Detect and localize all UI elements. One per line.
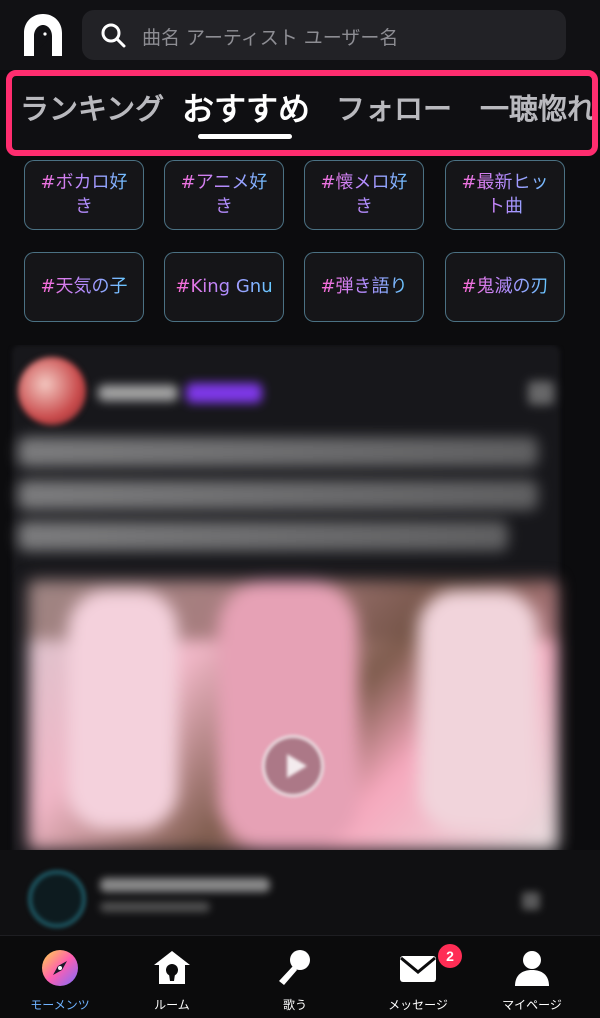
hashtag-chip[interactable]: #King Gnu [164,252,284,322]
hashtag-chip[interactable]: #鬼滅の刃 [445,252,565,322]
hashtag-chip[interactable]: #アニメ好き [164,160,284,230]
feed-post[interactable] [0,345,600,935]
hashtag-label: #弾き語り [320,276,408,297]
nav-label-mypage: マイページ [502,998,562,1012]
moments-compass-icon [42,950,78,986]
mail-icon [400,956,436,982]
app-logo-icon[interactable] [22,12,64,58]
bottom-navigation: モーメンツ ルーム 歌う 2 メッセージ マイページ [0,935,600,1018]
user-badge-blurred [186,383,262,403]
search-icon [101,23,126,48]
hashtag-label: #天気の子 [40,276,128,297]
nav-label-room: ルーム [154,998,190,1012]
nav-label-moments: モーメンツ [30,998,90,1012]
hashtag-label: #鬼滅の刃 [461,276,549,297]
hashtag-label: #最新ヒット曲 [454,171,556,219]
post-video-thumbnail[interactable] [28,580,558,850]
hashtag-label: #アニメ好き [173,171,275,219]
song-disc-icon[interactable] [28,870,86,928]
post-text-blurred [18,437,538,467]
hashtag-chip[interactable]: #ボカロ好き [24,160,144,230]
post-username-blurred[interactable] [98,385,178,401]
play-button-icon[interactable] [262,735,324,797]
song-subtitle-blurred [100,902,210,912]
nav-label-sing: 歌う [282,998,307,1012]
song-action-icon[interactable] [522,892,540,910]
hashtag-label: #ボカロ好き [33,171,135,219]
nav-moments[interactable]: モーメンツ [0,936,120,1018]
hashtag-chip[interactable]: #天気の子 [24,252,144,322]
post-text-blurred [18,480,538,510]
person-icon [515,951,549,986]
post-text-blurred [18,521,508,551]
hashtag-chip[interactable]: #懐メロ好き [304,160,424,230]
message-count-badge: 2 [438,944,462,968]
nav-label-messages: メッセージ [388,998,448,1012]
avatar[interactable] [18,357,86,425]
nav-messages[interactable]: 2 メッセージ [358,936,478,1018]
post-song-row[interactable] [0,850,600,935]
hashtag-chip[interactable]: #弾き語り [304,252,424,322]
nav-room[interactable]: ルーム [112,936,232,1018]
tab-ranking[interactable]: ランキング [20,86,164,128]
app-header: 曲名 アーティスト ユーザー名 [0,0,600,70]
search-placeholder: 曲名 アーティスト ユーザー名 [142,27,399,49]
nav-sing[interactable]: 歌う [235,936,355,1018]
post-more-icon[interactable] [528,381,554,405]
tab-love-at-first-listen[interactable]: 一聴惚れ [480,86,592,128]
song-title-blurred [100,878,270,892]
microphone-icon [279,950,310,985]
hashtag-label: #King Gnu [175,276,273,297]
nav-mypage[interactable]: マイページ [472,936,592,1018]
active-tab-indicator [198,134,292,139]
feed-tabs: ランキング おすすめ フォロー 一聴惚れ [6,70,598,156]
room-house-icon [154,951,190,984]
hashtag-label: #懐メロ好き [313,171,415,219]
tab-following[interactable]: フォロー [336,86,452,128]
tab-recommended[interactable]: おすすめ [182,84,310,130]
hashtag-chip[interactable]: #最新ヒット曲 [445,160,565,230]
search-bar[interactable]: 曲名 アーティスト ユーザー名 [82,10,566,60]
